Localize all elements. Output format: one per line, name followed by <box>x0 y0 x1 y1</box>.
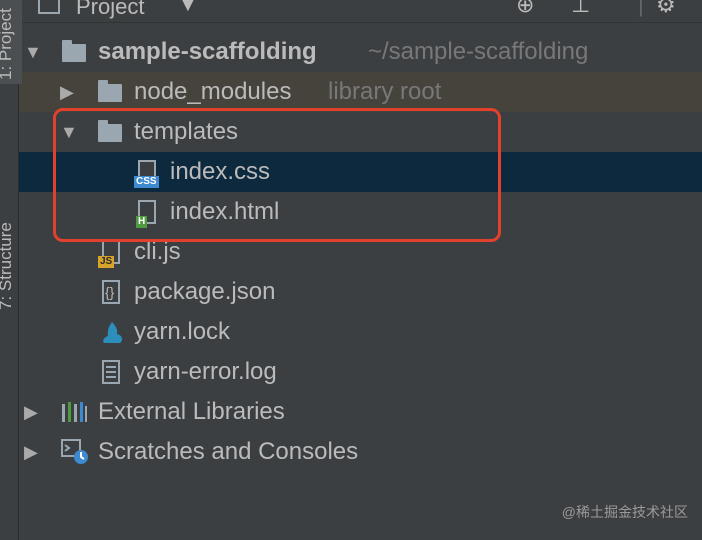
collapsed-arrow-icon[interactable]: ▶ <box>24 392 38 432</box>
braces-icon: {} <box>105 284 115 300</box>
expand-arrow-icon[interactable]: ▼ <box>60 112 78 152</box>
target-icon[interactable]: ⊕ <box>516 0 534 18</box>
tree-row-scratches[interactable]: ▶ Scratches and Consoles <box>18 432 702 472</box>
chevron-down-icon[interactable]: ▼ <box>178 0 198 17</box>
tree-item-label: index.css <box>170 158 271 185</box>
tree-row-cli-js[interactable]: JS cli.js <box>18 232 702 272</box>
tree-item-label: node_modules <box>134 78 292 105</box>
folder-icon <box>98 80 122 102</box>
tree-item-label: Scratches and Consoles <box>98 438 359 465</box>
css-badge: CSS <box>134 176 159 188</box>
html-badge: H <box>136 216 148 228</box>
tree-row-yarn-lock[interactable]: yarn.lock <box>18 312 702 352</box>
root-path: ~/sample-scaffolding <box>368 38 589 65</box>
tree-row-node-modules[interactable]: ▶ node_modules library root <box>18 72 702 112</box>
gear-icon[interactable]: ⚙ <box>656 0 676 18</box>
tree-item-label: templates <box>134 118 239 145</box>
panel-title[interactable]: Project <box>76 0 144 20</box>
tree-item-label: index.html <box>170 198 280 225</box>
library-icon <box>62 402 87 422</box>
yarn-icon <box>103 322 123 343</box>
folder-icon <box>62 40 86 62</box>
collapsed-arrow-icon[interactable]: ▶ <box>60 72 74 112</box>
tree-row-index-html[interactable]: H index.html <box>18 192 702 232</box>
js-badge: JS <box>98 256 115 268</box>
project-view-icon <box>38 0 60 14</box>
log-file-icon <box>102 360 120 384</box>
tree-row-root[interactable]: ▼ sample-scaffolding ~/sample-scaffoldin… <box>18 32 702 72</box>
library-root-hint: library root <box>328 78 442 105</box>
watermark: @稀土掘金技术社区 <box>561 504 688 520</box>
scratches-icon <box>61 439 88 464</box>
expand-arrow-icon[interactable]: ▼ <box>24 32 42 72</box>
tree-item-label: cli.js <box>134 238 181 265</box>
tree-item-label: sample-scaffolding <box>98 38 317 65</box>
text-lines-icon <box>106 366 116 368</box>
tab-project[interactable]: 1: Project <box>0 0 22 84</box>
tree-item-label: External Libraries <box>98 398 285 425</box>
collapse-icon[interactable]: ⊥ <box>571 0 590 18</box>
tree-row-templates[interactable]: ▼ templates <box>18 112 702 152</box>
divider: | <box>638 0 644 17</box>
tree-row-package-json[interactable]: {} package.json <box>18 272 702 312</box>
project-panel-header: Project ▼ ⊕ ⊥ | ⚙ <box>18 0 702 23</box>
tree-item-label: yarn.lock <box>134 318 231 345</box>
tree-item-label: yarn-error.log <box>134 358 277 385</box>
tree-row-index-css[interactable]: CSS index.css <box>18 152 702 192</box>
tree-row-yarn-error-log[interactable]: yarn-error.log <box>18 352 702 392</box>
collapsed-arrow-icon[interactable]: ▶ <box>24 432 38 472</box>
folder-icon <box>98 120 122 142</box>
tab-structure[interactable]: 7: Structure <box>0 160 22 310</box>
left-tool-strip: 1: Project 7: Structure <box>0 0 22 540</box>
tree-row-external-libraries[interactable]: ▶ External Libraries <box>18 392 702 432</box>
tree-item-label: package.json <box>134 278 276 305</box>
